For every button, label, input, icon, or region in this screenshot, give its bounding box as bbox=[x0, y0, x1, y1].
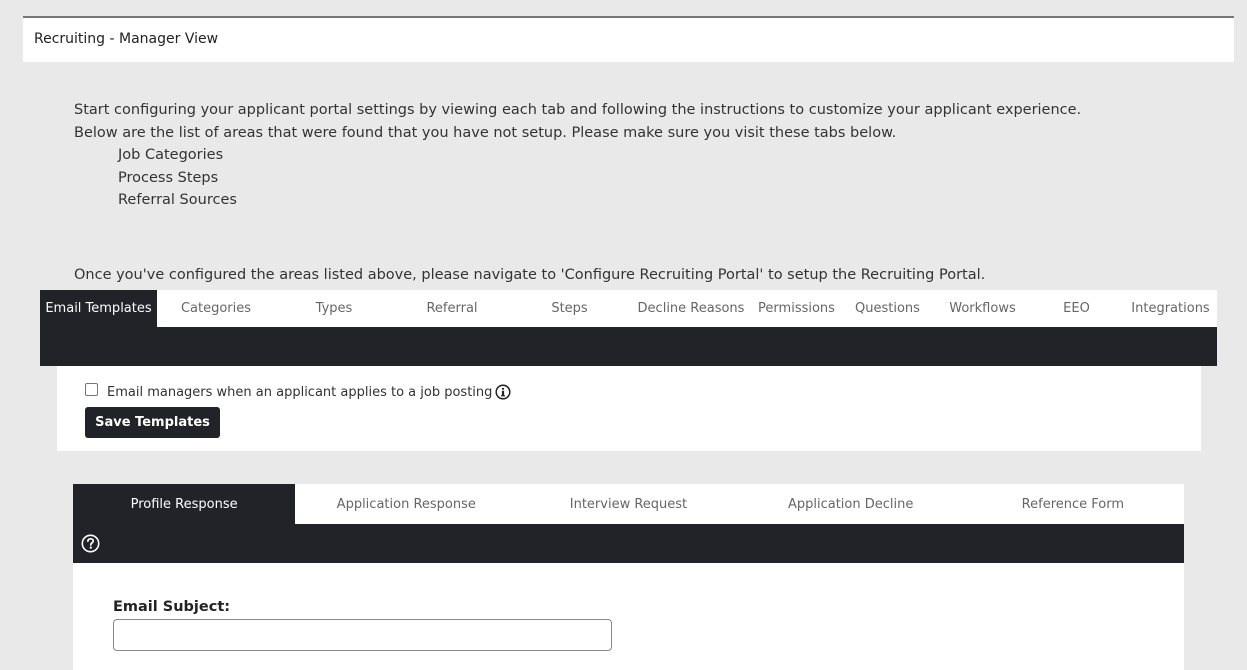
email-settings-panel: Email managers when an applicant applies… bbox=[57, 366, 1201, 451]
missing-area-item: Referral Sources bbox=[118, 192, 237, 208]
tab-application-decline[interactable]: Application Decline bbox=[740, 484, 962, 524]
tab-referral[interactable]: Referral bbox=[393, 290, 511, 327]
main-tab-strip: Email Templates Categories Types Referra… bbox=[40, 290, 1217, 327]
page-title: Recruiting - Manager View bbox=[34, 31, 219, 47]
tab-workflows[interactable]: Workflows bbox=[936, 290, 1029, 327]
tab-reference-form[interactable]: Reference Form bbox=[962, 484, 1184, 524]
intro-line-2: Below are the list of areas that were fo… bbox=[74, 124, 897, 141]
tab-types[interactable]: Types bbox=[275, 290, 393, 327]
tab-decline-reasons[interactable]: Decline Reasons bbox=[628, 290, 754, 327]
tab-application-response[interactable]: Application Response bbox=[295, 484, 517, 524]
email-subject-input[interactable] bbox=[113, 619, 612, 651]
info-icon[interactable] bbox=[495, 384, 511, 400]
tab-eeo[interactable]: EEO bbox=[1029, 290, 1124, 327]
page-header: Recruiting - Manager View bbox=[23, 18, 1234, 62]
main-tab-bar bbox=[40, 327, 1217, 366]
intro-line-1: Start configuring your applicant portal … bbox=[74, 102, 1082, 118]
email-managers-label: Email managers when an applicant applies… bbox=[107, 385, 493, 400]
email-subject-label: Email Subject: bbox=[113, 599, 231, 615]
tab-categories[interactable]: Categories bbox=[157, 290, 275, 327]
tab-interview-request[interactable]: Interview Request bbox=[517, 484, 739, 524]
email-template-panel: Email Subject: bbox=[73, 563, 1184, 670]
template-tab-bar bbox=[73, 524, 1184, 563]
email-managers-checkbox[interactable] bbox=[85, 383, 98, 396]
missing-area-item: Job Categories bbox=[118, 147, 224, 163]
help-icon[interactable] bbox=[81, 534, 100, 553]
tab-integrations[interactable]: Integrations bbox=[1124, 290, 1217, 327]
template-tab-strip: Profile Response Application Response In… bbox=[73, 484, 1184, 524]
tab-permissions[interactable]: Permissions bbox=[754, 290, 839, 327]
tab-steps[interactable]: Steps bbox=[511, 290, 628, 327]
intro-text: Start configuring your applicant portal … bbox=[74, 99, 1081, 212]
missing-area-item: Process Steps bbox=[118, 169, 219, 186]
tab-questions[interactable]: Questions bbox=[839, 290, 936, 327]
tab-profile-response[interactable]: Profile Response bbox=[73, 484, 296, 524]
configure-portal-note: Once you've configured the areas listed … bbox=[74, 267, 986, 283]
tab-email-templates[interactable]: Email Templates bbox=[40, 290, 157, 327]
save-templates-button[interactable]: Save Templates bbox=[85, 407, 220, 438]
